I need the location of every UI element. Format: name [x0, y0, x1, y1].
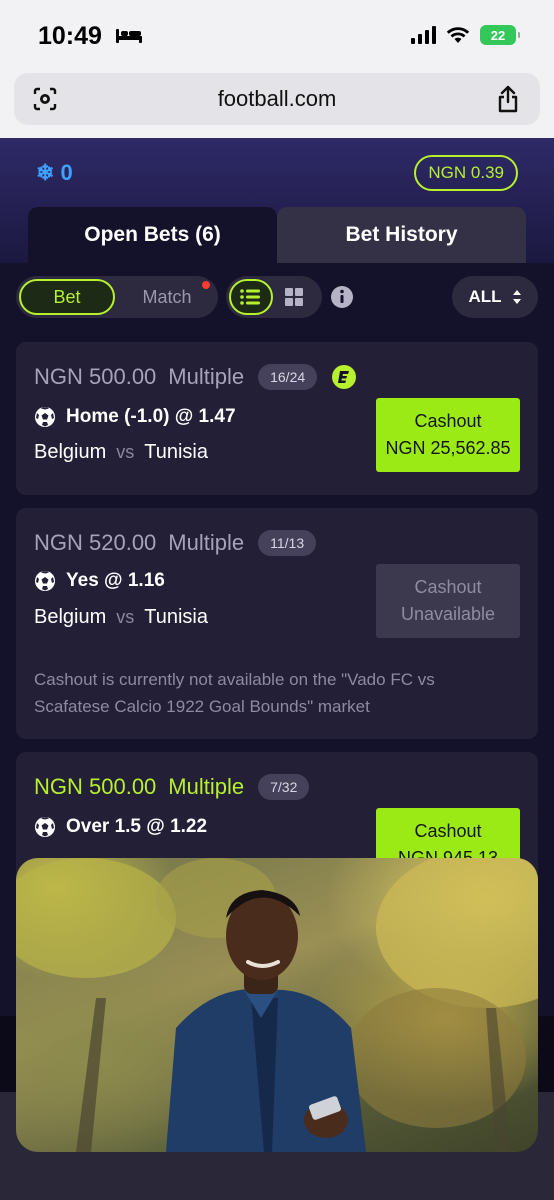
free-bets-count: 0 — [60, 160, 73, 185]
legs-badge: 11/13 — [258, 530, 317, 556]
page-settings-icon[interactable] — [32, 86, 58, 112]
cashout-notice: Cashout is currently not available on th… — [34, 670, 435, 716]
bets-tabs: Open Bets (6) Bet History — [28, 207, 526, 263]
notification-dot — [202, 281, 210, 289]
soccer-ball-icon — [35, 407, 55, 427]
soccer-ball-icon — [35, 571, 55, 591]
bet-filter-value: ALL — [468, 287, 502, 306]
app-header: ❄ 0 NGN 0.39 Open Bets (6) Bet History — [0, 138, 554, 263]
battery-level: 22 — [490, 27, 506, 43]
list-icon — [240, 289, 260, 305]
match-teams: Belgium vs Tunisia — [34, 441, 208, 464]
toggle-match[interactable]: Match — [120, 279, 214, 315]
match-teams: Belgium vs Tunisia — [34, 606, 208, 629]
away-team: Tunisia — [144, 606, 208, 628]
battery-icon: 22 — [480, 25, 520, 45]
vs-label: vs — [116, 607, 135, 627]
toggle-bet[interactable]: Bet — [19, 279, 115, 315]
bet-type: Multiple — [168, 774, 245, 799]
vs-label: vs — [116, 442, 135, 462]
share-icon[interactable] — [496, 85, 520, 113]
bet-stake: NGN 500.00 — [34, 774, 157, 799]
away-team: Tunisia — [144, 441, 208, 463]
video-overlay[interactable] — [16, 858, 538, 1152]
cashout-status: Unavailable — [400, 604, 496, 624]
selection-text: Home (-1.0) @ 1.47 — [66, 406, 236, 427]
snowflake-icon: ❄ — [36, 160, 55, 185]
bet-card[interactable]: NGN 520.00 Multiple 11/13 Yes @ 1.16 Bel… — [16, 508, 538, 739]
bet-selection: Yes @ 1.16 — [34, 570, 165, 592]
view-mode-toggle — [226, 276, 322, 318]
soccer-ball-icon — [35, 817, 55, 837]
grid-view-icon[interactable] — [284, 287, 304, 307]
home-team: Belgium — [34, 441, 107, 463]
selection-text: Over 1.5 @ 1.22 — [66, 816, 208, 837]
info-icon[interactable] — [330, 285, 354, 309]
legs-badge: 7/32 — [258, 774, 310, 800]
status-time: 10:49 — [38, 22, 102, 50]
bet-filter-select[interactable]: ALL — [452, 276, 538, 318]
bet-selection: Home (-1.0) @ 1.47 — [34, 406, 236, 428]
address-bar[interactable]: football.com — [14, 73, 540, 125]
cashout-button[interactable]: Cashout NGN 25,562.85 — [376, 398, 520, 472]
bet-stake: NGN 500.00 — [34, 364, 157, 389]
bet-selection: Over 1.5 @ 1.22 — [34, 816, 207, 838]
bet-card-header: NGN 500.00 Multiple 7/32 — [34, 774, 310, 800]
tab-open-bets[interactable]: Open Bets (6) — [28, 207, 277, 263]
status-bar: 10:49 22 — [0, 0, 554, 68]
bet-type: Multiple — [168, 530, 245, 555]
bet-type: Multiple — [168, 364, 245, 389]
sleep-bed-icon — [116, 29, 142, 43]
home-team: Belgium — [34, 606, 107, 628]
free-bets[interactable]: ❄ 0 — [36, 160, 73, 186]
cashout-label: Cashout — [414, 821, 482, 841]
cashout-label: Cashout — [414, 411, 482, 431]
bet-match-toggle: Bet Match — [16, 276, 218, 318]
bet-stake: NGN 520.00 — [34, 530, 157, 555]
cashout-amount: NGN 25,562.85 — [385, 438, 511, 458]
balance-badge[interactable]: NGN 0.39 — [414, 155, 518, 191]
url-text: football.com — [217, 86, 337, 111]
bet-card[interactable]: NGN 500.00 Multiple 16/24 Home (-1.0) @ … — [16, 342, 538, 495]
list-view-button[interactable] — [229, 279, 273, 315]
selection-text: Yes @ 1.16 — [66, 570, 165, 591]
sort-chevrons-icon — [512, 290, 521, 304]
edit-bet-icon[interactable] — [331, 364, 357, 390]
cashout-label: Cashout — [414, 577, 482, 597]
signal-icon — [411, 26, 436, 44]
bet-card-header: NGN 520.00 Multiple 11/13 — [34, 530, 317, 556]
cashout-unavailable-button: Cashout Unavailable — [376, 564, 520, 638]
bet-card-header: NGN 500.00 Multiple 16/24 — [34, 364, 357, 390]
legs-badge: 16/24 — [258, 364, 318, 390]
browser-bar: football.com — [0, 68, 554, 138]
filter-bar: Bet Match ALL — [16, 276, 538, 318]
tab-bet-history[interactable]: Bet History — [277, 207, 526, 263]
wifi-icon — [446, 27, 470, 43]
video-frame — [16, 858, 538, 1152]
